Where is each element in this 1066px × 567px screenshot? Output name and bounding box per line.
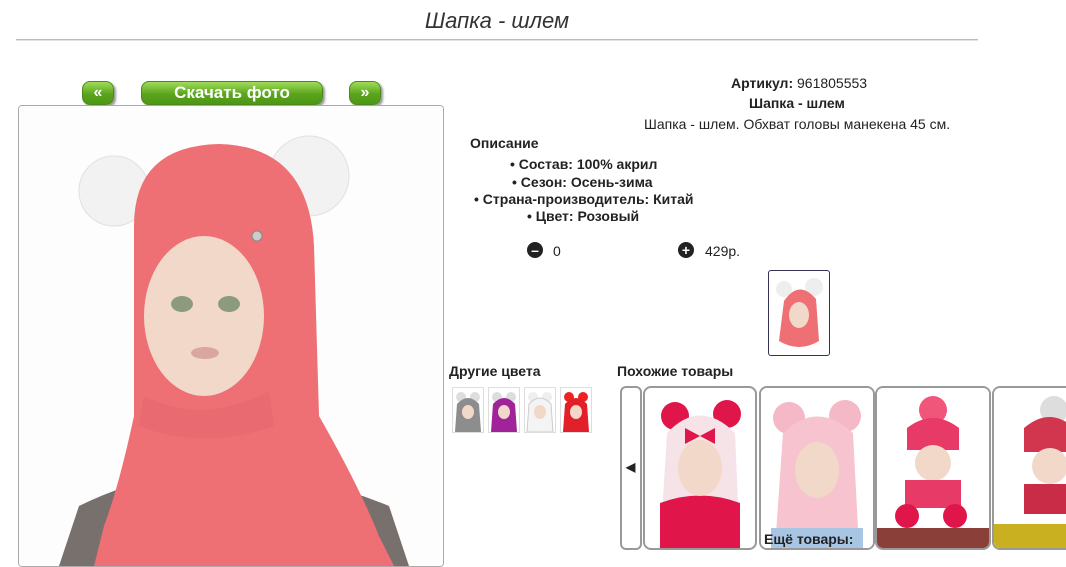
article-value: 961805553 (797, 75, 868, 91)
similar-product-card[interactable] (759, 386, 875, 550)
similar-product-image (660, 400, 741, 548)
bullet-text: Цвет: Розовый (535, 208, 640, 224)
similar-product-card[interactable] (992, 386, 1066, 550)
color-swatch-purple[interactable] (488, 387, 520, 433)
bullet-text: Страна-производитель: Китай (482, 191, 694, 207)
more-products-label[interactable]: Ещё товары: (764, 531, 853, 547)
plus-icon[interactable]: + (678, 242, 694, 258)
similar-product-image (994, 388, 1066, 548)
similar-product-card[interactable] (875, 386, 991, 550)
bullet-season: • Сезон: Осень-зима (512, 174, 653, 190)
bullet-color: • Цвет: Розовый (527, 208, 640, 224)
chevron-left-icon: ◀ (626, 460, 636, 474)
title-divider (16, 39, 978, 41)
prev-photo-button[interactable]: « (82, 81, 114, 105)
next-photo-button[interactable]: » (349, 81, 381, 105)
similar-products-title: Похожие товары (617, 363, 734, 379)
similar-prev-button[interactable]: ◀ (620, 386, 642, 550)
color-swatch-gray[interactable] (452, 387, 484, 433)
minus-icon[interactable]: – (527, 242, 543, 258)
other-colors-title: Другие цвета (449, 363, 541, 379)
main-product-photo[interactable] (18, 105, 444, 567)
bullet-text: Состав: 100% акрил (518, 156, 658, 172)
description-title: Описание (470, 135, 539, 151)
price-value: 429р. (705, 243, 741, 259)
similar-product-image (877, 388, 989, 548)
quantity-value: 0 (553, 243, 561, 259)
color-swatch-white[interactable] (524, 387, 556, 433)
page-title: Шапка - шлем (424, 8, 570, 33)
similar-product-image (761, 388, 873, 548)
color-swatch-red[interactable] (560, 387, 592, 433)
hat-photo-image (19, 106, 443, 566)
thumbnail-selected[interactable] (768, 270, 830, 356)
bullet-country: • Страна-производитель: Китай (474, 191, 694, 207)
download-photo-button[interactable]: Скачать фото (141, 81, 323, 105)
similar-product-card[interactable] (643, 386, 757, 550)
article-label: Артикул: (731, 75, 794, 91)
thumbnail-image (776, 278, 823, 347)
bullet-composition: • Состав: 100% акрил (510, 156, 658, 172)
product-short-description: Шапка - шлем. Обхват головы манекена 45 … (644, 116, 951, 132)
product-name: Шапка - шлем (749, 95, 845, 111)
bullet-text: Сезон: Осень-зима (520, 174, 653, 190)
